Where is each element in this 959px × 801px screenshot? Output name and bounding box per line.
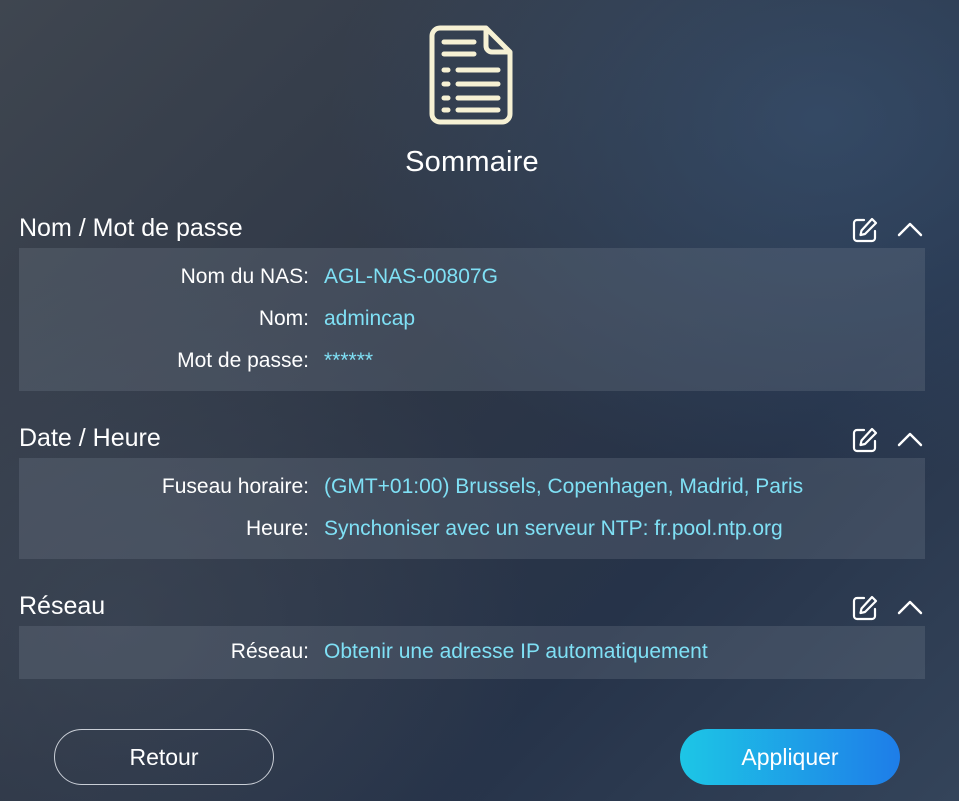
row-value: ****** xyxy=(324,349,374,372)
edit-icon[interactable] xyxy=(851,426,879,454)
section-body: Réseau: Obtenir une adresse IP automatiq… xyxy=(19,626,925,679)
summary-row-user-name: Nom: admincap xyxy=(19,298,925,340)
section-date-time: Date / Heure Fuseau horaire: (GMT+01:00)… xyxy=(19,418,925,559)
apply-button[interactable]: Appliquer xyxy=(680,729,900,785)
section-body: Fuseau horaire: (GMT+01:00) Brussels, Co… xyxy=(19,458,925,559)
section-name-password: Nom / Mot de passe Nom du NAS: AGL-NAS-0… xyxy=(19,208,925,391)
row-value: admincap xyxy=(324,307,416,330)
edit-icon[interactable] xyxy=(851,594,879,622)
section-header: Nom / Mot de passe xyxy=(19,208,925,248)
row-value: Obtenir une adresse IP automatiquement xyxy=(324,640,708,663)
row-value: Synchoniser avec un serveur NTP: fr.pool… xyxy=(324,517,783,540)
edit-icon[interactable] xyxy=(851,216,879,244)
summary-row-time: Heure: Synchoniser avec un serveur NTP: … xyxy=(19,508,925,550)
chevron-up-icon[interactable] xyxy=(897,598,923,616)
row-value: AGL-NAS-00807G xyxy=(324,265,498,288)
row-label: Réseau: xyxy=(230,640,309,663)
row-label: Heure: xyxy=(245,517,309,540)
summary-row-nas-name: Nom du NAS: AGL-NAS-00807G xyxy=(19,256,925,298)
row-value: (GMT+01:00) Brussels, Copenhagen, Madrid… xyxy=(324,475,804,498)
row-label: Nom du NAS: xyxy=(180,265,309,288)
row-label: Nom: xyxy=(258,307,309,330)
section-title: Date / Heure xyxy=(19,424,161,452)
section-header: Réseau xyxy=(19,586,925,626)
section-title: Nom / Mot de passe xyxy=(19,214,243,242)
row-label: Fuseau horaire: xyxy=(161,475,309,498)
document-list-icon xyxy=(429,25,513,125)
page-title: Sommaire xyxy=(405,146,539,178)
section-title: Réseau xyxy=(19,592,106,620)
row-label: Mot de passe: xyxy=(177,349,309,372)
chevron-up-icon[interactable] xyxy=(897,430,923,448)
chevron-up-icon[interactable] xyxy=(897,220,923,238)
summary-row-timezone: Fuseau horaire: (GMT+01:00) Brussels, Co… xyxy=(19,466,925,508)
section-network: Réseau Réseau: Obtenir une adresse IP au… xyxy=(19,586,925,679)
section-body: Nom du NAS: AGL-NAS-00807G Nom: admincap… xyxy=(19,248,925,391)
summary-row-network: Réseau: Obtenir une adresse IP automatiq… xyxy=(19,631,925,673)
summary-row-password: Mot de passe: ****** xyxy=(19,340,925,382)
back-button[interactable]: Retour xyxy=(54,729,274,785)
section-header: Date / Heure xyxy=(19,418,925,458)
